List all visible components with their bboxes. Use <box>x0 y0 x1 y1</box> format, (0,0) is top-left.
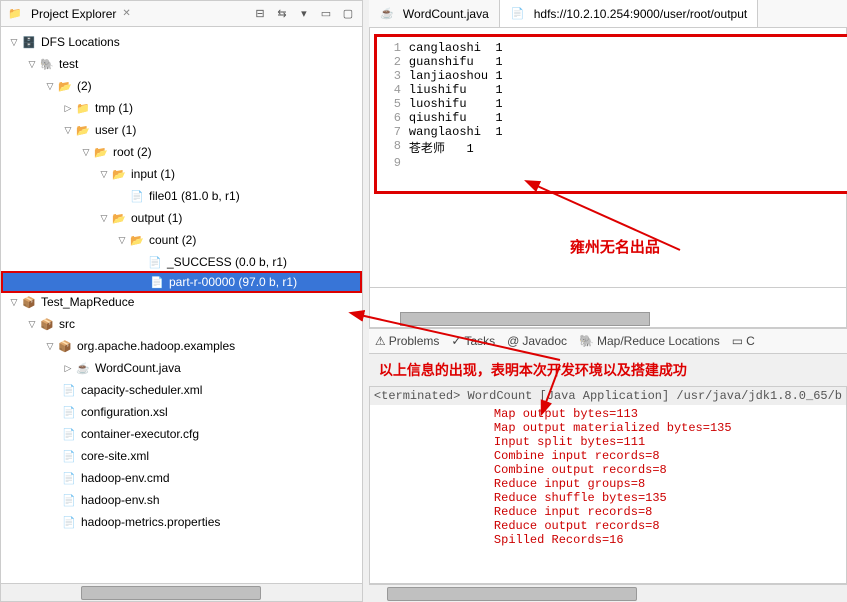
tree-root[interactable]: ▽📂root (2) <box>1 141 362 163</box>
editor-tabs: ☕WordCount.java 📄hdfs://10.2.10.254:9000… <box>369 0 847 28</box>
tree-core[interactable]: 📄core-site.xml <box>1 445 362 467</box>
folder-icon: 📂 <box>57 78 73 94</box>
tab-problems[interactable]: ⚠Problems <box>375 334 439 348</box>
project-explorer-panel: 📁 Project Explorer ✕ ⊟ ⇆ ▾ ▭ ▢ ▽🗄️DFS Lo… <box>0 0 363 602</box>
file-icon: 📄 <box>149 274 165 290</box>
tree-tmp[interactable]: ▷📁tmp (1) <box>1 97 362 119</box>
explorer-header: 📁 Project Explorer ✕ ⊟ ⇆ ▾ ▭ ▢ <box>1 1 362 27</box>
explorer-title: Project Explorer <box>31 7 116 21</box>
file-icon: 📄 <box>61 426 77 442</box>
tab-wordcount[interactable]: ☕WordCount.java <box>369 0 500 27</box>
hadoop-icon: 🐘 <box>39 56 55 72</box>
twisty-icon[interactable]: ▽ <box>97 169 111 180</box>
annotation-brand: 雍州无名出品 <box>570 236 660 257</box>
tree-user[interactable]: ▽📂user (1) <box>1 119 362 141</box>
tab-tasks[interactable]: ✓Tasks <box>451 334 495 348</box>
folder-icon: 📂 <box>111 166 127 182</box>
tree-file01[interactable]: 📄file01 (81.0 b, r1) <box>1 185 362 207</box>
twisty-icon[interactable]: ▽ <box>43 341 57 352</box>
src-icon: 📦 <box>39 316 55 332</box>
twisty-icon[interactable]: ▽ <box>79 147 93 158</box>
console-scrollbar[interactable] <box>369 584 847 602</box>
project-icon: 📦 <box>21 294 37 310</box>
close-icon[interactable]: ✕ <box>122 8 130 19</box>
elephant-icon: 🐘 <box>579 334 594 348</box>
menu-icon[interactable]: ▾ <box>296 6 312 22</box>
javadoc-icon: @ <box>507 334 519 348</box>
max-icon[interactable]: ▢ <box>340 6 356 22</box>
tree-conf[interactable]: 📄configuration.xsl <box>1 401 362 423</box>
tree-testmr[interactable]: ▽📦Test_MapReduce <box>1 291 362 313</box>
java-icon: ☕ <box>75 360 91 376</box>
tree-envs[interactable]: 📄hadoop-env.sh <box>1 489 362 511</box>
folder-icon: 📂 <box>111 210 127 226</box>
xml-icon: 📄 <box>61 404 77 420</box>
console-icon: ▭ <box>732 334 743 348</box>
right-panel: ☕WordCount.java 📄hdfs://10.2.10.254:9000… <box>369 0 847 602</box>
tab-hdfs[interactable]: 📄hdfs://10.2.10.254:9000/user/root/outpu… <box>500 0 759 27</box>
xml-icon: 📄 <box>61 382 77 398</box>
console-header: <terminated> WordCount [Java Application… <box>370 387 846 405</box>
tree-src[interactable]: ▽📦src <box>1 313 362 335</box>
tree-dfs[interactable]: ▽🗄️DFS Locations <box>1 31 362 53</box>
bottom-tabs: ⚠Problems ✓Tasks @Javadoc 🐘Map/Reduce Lo… <box>369 328 847 354</box>
tree-two[interactable]: ▽📂(2) <box>1 75 362 97</box>
editor-area[interactable]: 1canglaoshi 1 2guanshifu 1 3lanjiaoshou … <box>369 28 847 288</box>
problems-icon: ⚠ <box>375 334 386 348</box>
tree[interactable]: ▽🗄️DFS Locations ▽🐘test ▽📂(2) ▷📁tmp (1) … <box>1 27 362 583</box>
twisty-icon[interactable]: ▽ <box>25 319 39 330</box>
console-body: Map output bytes=113 Map output material… <box>370 405 846 549</box>
editor-scroll[interactable] <box>369 288 847 328</box>
file-icon: 📄 <box>61 470 77 486</box>
xml-icon: 📄 <box>61 448 77 464</box>
package-icon: 📦 <box>57 338 73 354</box>
twisty-icon[interactable]: ▽ <box>97 213 111 224</box>
file-icon: 📄 <box>147 254 163 270</box>
folder-icon: 📂 <box>129 232 145 248</box>
twisty-icon[interactable]: ▽ <box>115 235 129 246</box>
tab-javadoc[interactable]: @Javadoc <box>507 334 567 348</box>
console[interactable]: <terminated> WordCount [Java Application… <box>369 386 847 584</box>
link-icon[interactable]: ⇆ <box>274 6 290 22</box>
tree-part-selected[interactable]: 📄part-r-00000 (97.0 b, r1) <box>1 271 362 293</box>
tree-output[interactable]: ▽📂output (1) <box>1 207 362 229</box>
twisty-icon[interactable]: ▽ <box>7 297 21 308</box>
tree-metrics[interactable]: 📄hadoop-metrics.properties <box>1 511 362 533</box>
file-icon: 📄 <box>129 188 145 204</box>
twisty-icon[interactable]: ▽ <box>43 81 57 92</box>
twisty-icon[interactable]: ▽ <box>25 59 39 70</box>
explorer-icon: 📁 <box>7 6 23 22</box>
min-icon[interactable]: ▭ <box>318 6 334 22</box>
folder-icon: 📂 <box>75 122 91 138</box>
twisty-icon[interactable]: ▷ <box>61 103 75 114</box>
dfs-icon: 🗄️ <box>21 34 37 50</box>
tasks-icon: ✓ <box>451 334 461 348</box>
tab-console[interactable]: ▭C <box>732 334 755 348</box>
collapse-icon[interactable]: ⊟ <box>252 6 268 22</box>
twisty-icon[interactable]: ▽ <box>61 125 75 136</box>
file-icon: 📄 <box>510 6 526 22</box>
scrollbar-h[interactable] <box>1 583 362 601</box>
tree-cap[interactable]: 📄capacity-scheduler.xml <box>1 379 362 401</box>
editor-highlight-box: 1canglaoshi 1 2guanshifu 1 3lanjiaoshou … <box>374 34 847 194</box>
java-icon: ☕ <box>379 6 395 22</box>
tree-envc[interactable]: 📄hadoop-env.cmd <box>1 467 362 489</box>
tree-count[interactable]: ▽📂count (2) <box>1 229 362 251</box>
tree-test[interactable]: ▽🐘test <box>1 53 362 75</box>
file-icon: 📄 <box>61 514 77 530</box>
twisty-icon[interactable]: ▷ <box>61 363 75 374</box>
tree-pkg[interactable]: ▽📦org.apache.hadoop.examples <box>1 335 362 357</box>
annotation-success: 以上信息的出现，表明本次开发环境以及搭建成功 <box>369 354 847 386</box>
folder-icon: 📂 <box>93 144 109 160</box>
tree-input[interactable]: ▽📂input (1) <box>1 163 362 185</box>
folder-icon: 📁 <box>75 100 91 116</box>
tree-cont[interactable]: 📄container-executor.cfg <box>1 423 362 445</box>
tree-wc[interactable]: ▷☕WordCount.java <box>1 357 362 379</box>
file-icon: 📄 <box>61 492 77 508</box>
tab-mapreduce[interactable]: 🐘Map/Reduce Locations <box>579 334 720 348</box>
twisty-icon[interactable]: ▽ <box>7 37 21 48</box>
tree-success[interactable]: 📄_SUCCESS (0.0 b, r1) <box>1 251 362 273</box>
